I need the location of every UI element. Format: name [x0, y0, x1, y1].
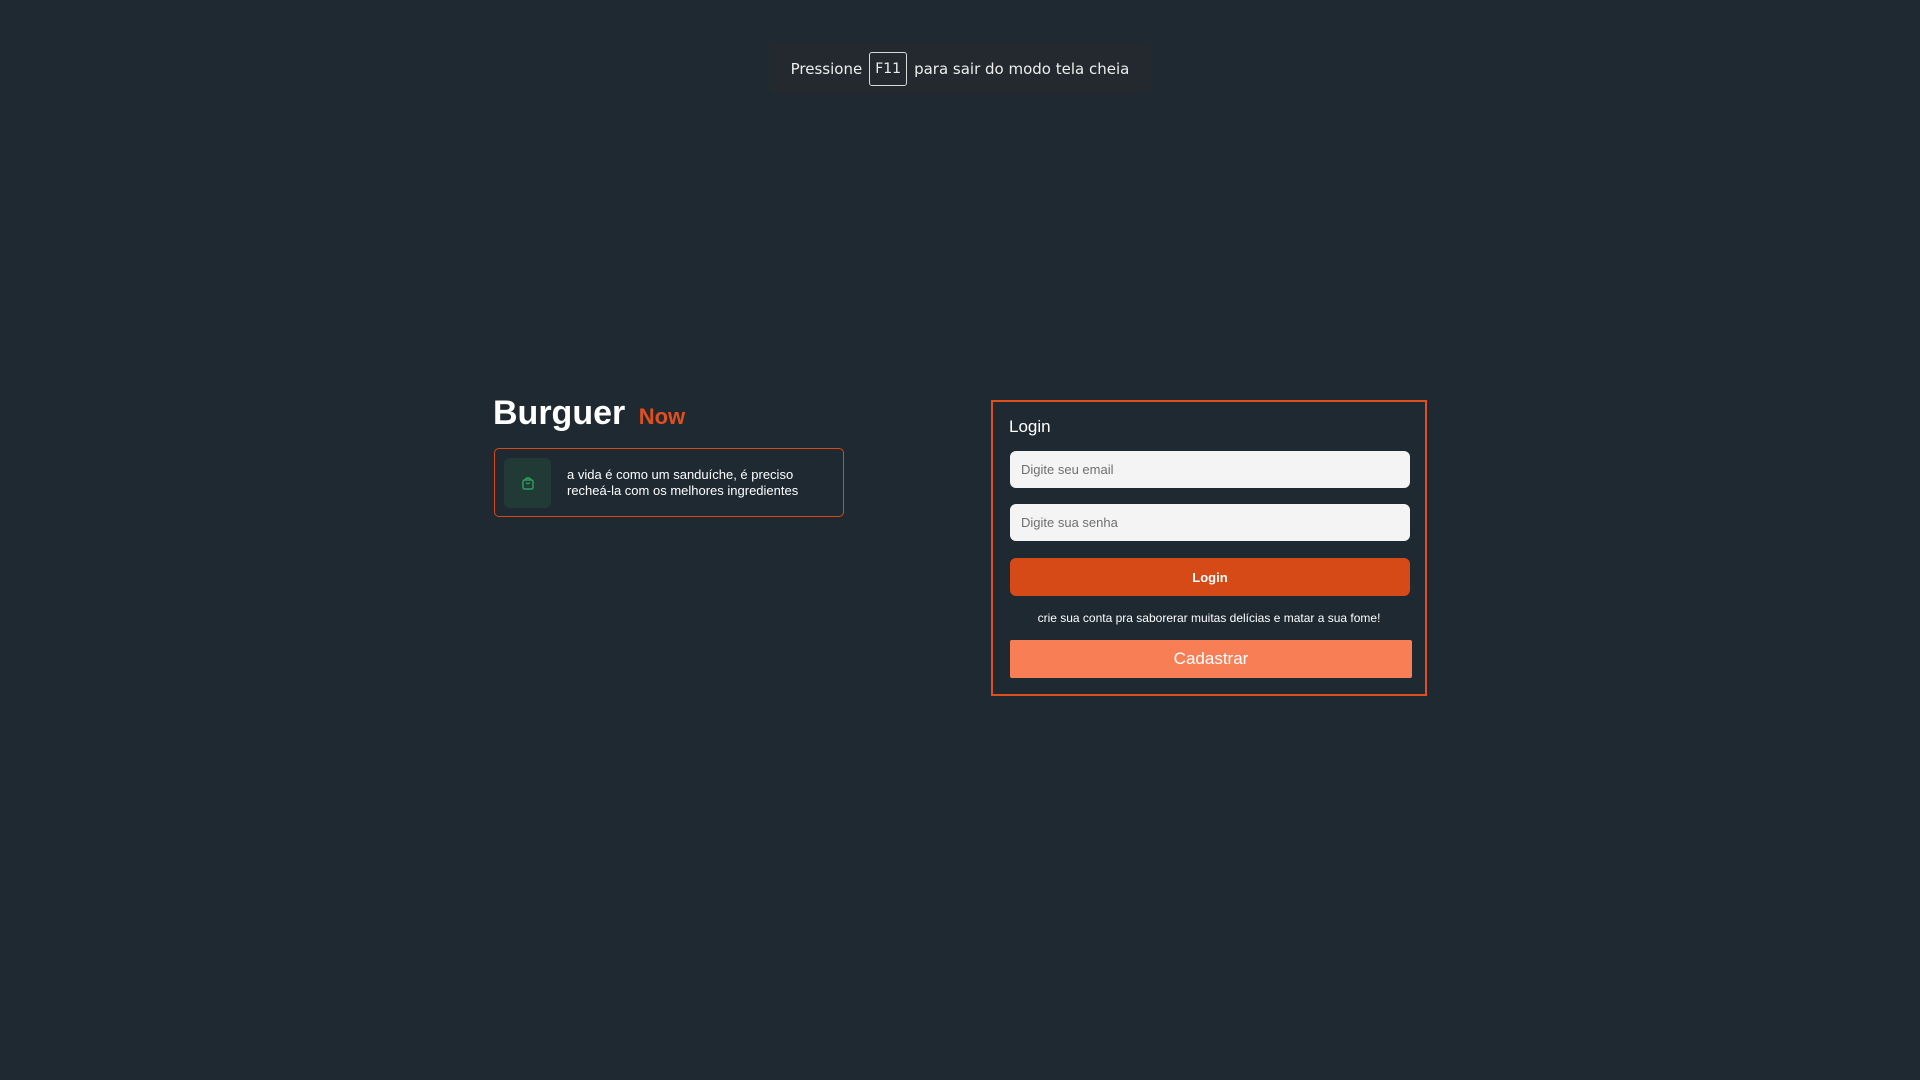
login-button[interactable]: Login: [1010, 558, 1410, 596]
login-title: Login: [1009, 417, 1051, 436]
tagline-text: a vida é como um sanduíche, é preciso re…: [567, 466, 799, 498]
login-panel: Login Login crie sua conta pra saborerar…: [991, 400, 1427, 696]
tagline-card: a vida é como um sanduíche, é preciso re…: [494, 448, 844, 517]
brand-logo: Burguer Now: [493, 394, 685, 433]
password-input[interactable]: [1010, 504, 1410, 541]
signup-button[interactable]: Cadastrar: [1010, 640, 1412, 678]
fullscreen-notice-suffix: para sair do modo tela cheia: [914, 60, 1130, 78]
brand-name: Burguer: [493, 394, 626, 432]
f11-key-badge: F11: [869, 52, 908, 86]
brand-accent: Now: [638, 404, 686, 429]
fullscreen-notice: Pressione F11 para sair do modo tela che…: [769, 44, 1151, 94]
signup-prompt: crie sua conta pra saborerar muitas delí…: [1037, 611, 1381, 625]
shopping-bag-icon: [504, 457, 551, 508]
email-input[interactable]: [1010, 451, 1410, 488]
fullscreen-notice-prefix: Pressione: [790, 60, 863, 78]
